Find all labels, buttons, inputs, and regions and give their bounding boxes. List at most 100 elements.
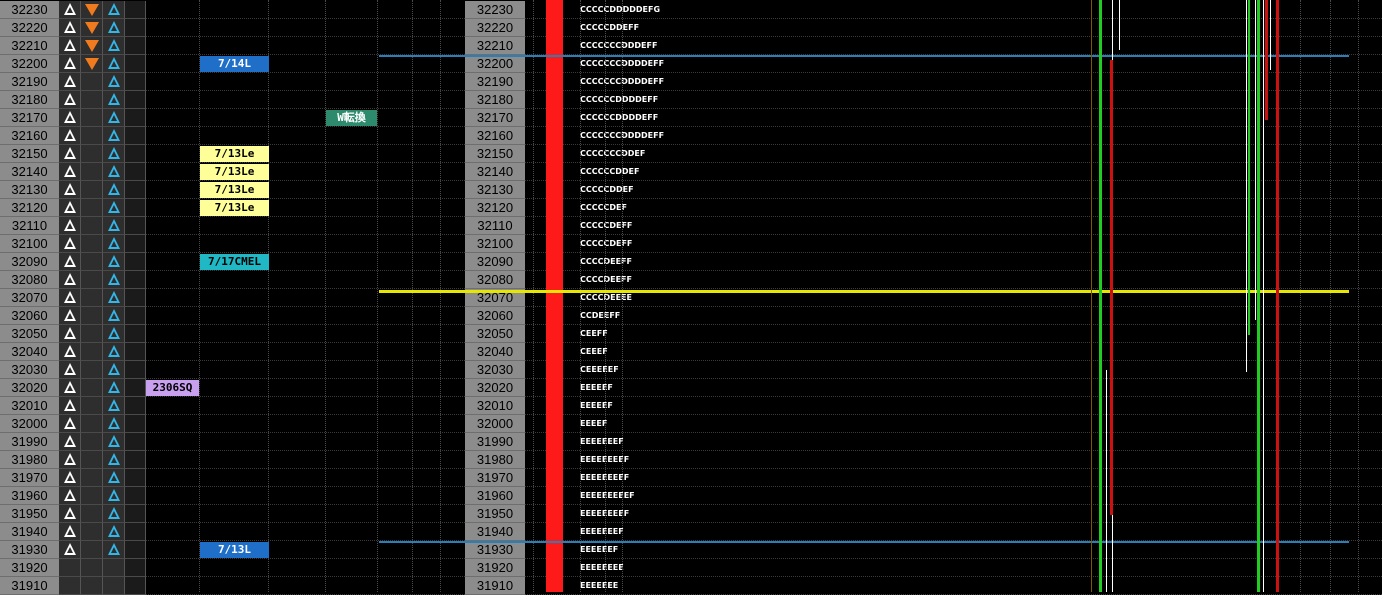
signal-cell-blue[interactable] [103,397,125,415]
signal-cell-white[interactable] [59,91,81,109]
annotation-area[interactable] [146,73,465,91]
price-row[interactable]: 32050 32050 CEEFF [0,325,1382,343]
signal-cell-orange[interactable] [81,163,103,181]
price-row[interactable]: 32180 32180 CCCCCCDDDDEFF [0,91,1382,109]
annotation-area[interactable] [146,577,465,595]
signal-cell-orange[interactable] [81,361,103,379]
annotation-area[interactable] [146,37,465,55]
signal-cell-white[interactable] [59,271,81,289]
profile-area[interactable] [525,577,1382,595]
signal-cell-white[interactable] [59,37,81,55]
signal-cell-blue[interactable] [103,559,125,577]
signal-cell-orange[interactable] [81,19,103,37]
annotation-area[interactable] [146,559,465,577]
signal-cell-orange[interactable] [81,451,103,469]
profile-area[interactable] [525,541,1382,559]
price-tag[interactable]: 7/13L [200,542,269,558]
price-row[interactable]: 32160 32160 CCCCCCCDDDDEFF [0,127,1382,145]
signal-cell-white[interactable] [59,487,81,505]
annotation-area[interactable] [146,487,465,505]
annotation-area[interactable] [146,361,465,379]
profile-area[interactable] [525,325,1382,343]
profile-area[interactable] [525,19,1382,37]
signal-cell-orange[interactable] [81,91,103,109]
signal-cell-blue[interactable] [103,271,125,289]
price-tag[interactable]: 7/13Le [200,182,269,198]
price-row[interactable]: 31960 31960 EEEEEEEEEF [0,487,1382,505]
annotation-area[interactable] [146,163,465,181]
signal-cell-blue[interactable] [103,163,125,181]
price-row[interactable]: 32080 32080 CCCCDEEFF [0,271,1382,289]
signal-cell-blue[interactable] [103,91,125,109]
price-row[interactable]: 32020 32020 EEEEEF [0,379,1382,397]
signal-cell-orange[interactable] [81,523,103,541]
annotation-area[interactable] [146,55,465,73]
price-row[interactable]: 32000 32000 EEEEF [0,415,1382,433]
profile-area[interactable] [525,397,1382,415]
signal-cell-orange[interactable] [81,73,103,91]
profile-area[interactable] [525,163,1382,181]
signal-cell-orange[interactable] [81,55,103,73]
price-row[interactable]: 31940 31940 EEEEEEEF [0,523,1382,541]
signal-cell-white[interactable] [59,361,81,379]
signal-cell-blue[interactable] [103,145,125,163]
signal-cell-blue[interactable] [103,199,125,217]
signal-cell-orange[interactable] [81,253,103,271]
signal-cell-white[interactable] [59,469,81,487]
signal-cell-blue[interactable] [103,577,125,595]
signal-cell-orange[interactable] [81,127,103,145]
price-row[interactable]: 32230 32230 CCCCCDDDDDEFG [0,1,1382,19]
signal-cell-blue[interactable] [103,181,125,199]
profile-area[interactable] [525,487,1382,505]
signal-cell-orange[interactable] [81,199,103,217]
signal-cell-white[interactable] [59,109,81,127]
signal-cell-blue[interactable] [103,415,125,433]
annotation-area[interactable] [146,469,465,487]
signal-cell-orange[interactable] [81,487,103,505]
signal-cell-blue[interactable] [103,19,125,37]
annotation-area[interactable] [146,145,465,163]
signal-cell-orange[interactable] [81,325,103,343]
signal-cell-blue[interactable] [103,523,125,541]
signal-cell-white[interactable] [59,289,81,307]
price-tag[interactable]: 7/13Le [200,146,269,162]
price-row[interactable]: 31910 31910 EEEEEEE [0,577,1382,595]
signal-cell-white[interactable] [59,397,81,415]
signal-cell-blue[interactable] [103,307,125,325]
annotation-area[interactable] [146,19,465,37]
signal-cell-orange[interactable] [81,505,103,523]
price-row[interactable]: 32030 32030 CEEEEEF [0,361,1382,379]
signal-cell-blue[interactable] [103,325,125,343]
signal-cell-orange[interactable] [81,145,103,163]
profile-area[interactable] [525,469,1382,487]
signal-cell-orange[interactable] [81,181,103,199]
signal-cell-blue[interactable] [103,487,125,505]
signal-cell-blue[interactable] [103,469,125,487]
signal-cell-blue[interactable] [103,235,125,253]
profile-area[interactable] [525,145,1382,163]
price-row[interactable]: 32170 32170 CCCCCCDDDDEFF [0,109,1382,127]
profile-area[interactable] [525,307,1382,325]
annotation-area[interactable] [146,325,465,343]
profile-area[interactable] [525,415,1382,433]
price-tag[interactable]: W転換 [326,110,377,126]
annotation-area[interactable] [146,397,465,415]
profile-area[interactable] [525,199,1382,217]
signal-cell-white[interactable] [59,559,81,577]
profile-area[interactable] [525,235,1382,253]
signal-cell-white[interactable] [59,145,81,163]
profile-area[interactable] [525,217,1382,235]
annotation-area[interactable] [146,307,465,325]
annotation-area[interactable] [146,541,465,559]
price-row[interactable]: 32190 32190 CCCCCCCDDDDEFF [0,73,1382,91]
signal-cell-blue[interactable] [103,73,125,91]
price-tag[interactable]: 7/14L [200,56,269,72]
signal-cell-orange[interactable] [81,577,103,595]
signal-cell-white[interactable] [59,451,81,469]
annotation-area[interactable] [146,1,465,19]
signal-cell-blue[interactable] [103,253,125,271]
signal-cell-orange[interactable] [81,559,103,577]
price-row[interactable]: 31970 31970 EEEEEEEEF [0,469,1382,487]
signal-cell-blue[interactable] [103,505,125,523]
price-row[interactable]: 32010 32010 EEEEEF [0,397,1382,415]
